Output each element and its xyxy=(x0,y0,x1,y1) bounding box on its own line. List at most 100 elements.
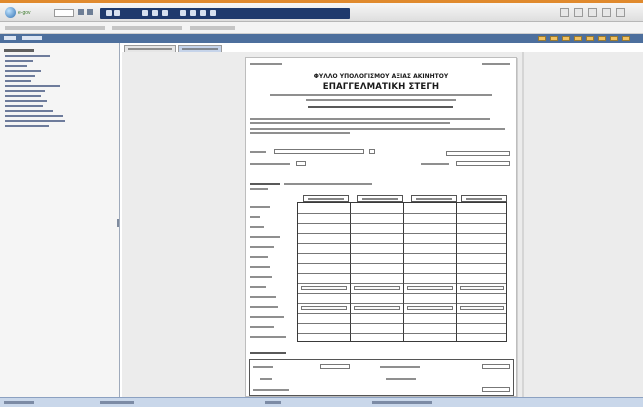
row-label xyxy=(250,276,272,278)
menu-action-icon[interactable] xyxy=(586,36,594,41)
calculation-grid xyxy=(297,202,507,342)
field-label xyxy=(253,366,273,368)
save-icon[interactable] xyxy=(152,10,158,16)
address-bar[interactable] xyxy=(0,22,643,34)
row-label xyxy=(250,246,274,248)
form-sheet: ΦΥΛΛΟ ΥΠΟΛΟΓΙΣΜΟΥ ΑΞΙΑΣ ΑΚΙΝΗΤΟΥ ΕΠΑΓΓΕΛ… xyxy=(245,57,517,397)
field-input[interactable] xyxy=(482,387,510,392)
history-icon[interactable] xyxy=(200,10,206,16)
sidebar-item[interactable] xyxy=(5,60,33,62)
settings-icon[interactable] xyxy=(588,8,597,17)
menu-action-icon[interactable] xyxy=(550,36,558,41)
field-input[interactable] xyxy=(296,161,306,166)
field-input[interactable] xyxy=(446,151,510,156)
minimize-icon[interactable] xyxy=(560,8,569,17)
sidebar-item[interactable] xyxy=(5,70,41,72)
dropdown-select[interactable] xyxy=(54,9,74,17)
menu-action-icon[interactable] xyxy=(598,36,606,41)
search-icon[interactable] xyxy=(180,10,186,16)
back-icon[interactable] xyxy=(78,9,84,15)
sidebar-item[interactable] xyxy=(5,55,50,57)
menu-action-icon[interactable] xyxy=(538,36,546,41)
refresh-icon[interactable] xyxy=(114,10,120,16)
grid-row xyxy=(298,223,506,224)
row-label xyxy=(250,206,270,208)
grid-input[interactable] xyxy=(460,286,504,290)
form-section-title xyxy=(250,352,286,354)
form-section-title xyxy=(308,106,453,108)
tab-form-view[interactable] xyxy=(178,45,222,52)
grid-input[interactable] xyxy=(407,286,453,290)
grid-input[interactable] xyxy=(460,306,504,310)
status-text xyxy=(4,401,34,404)
sidebar-item[interactable] xyxy=(5,80,31,82)
grid-row xyxy=(298,323,506,324)
menu-item[interactable] xyxy=(4,36,16,40)
help-icon[interactable] xyxy=(602,8,611,17)
field-checkbox[interactable] xyxy=(369,149,375,154)
home-icon[interactable] xyxy=(106,10,112,16)
app-logo[interactable]: e-gov xyxy=(5,7,49,18)
tab-form-list[interactable] xyxy=(124,45,176,52)
favorites-icon[interactable] xyxy=(190,10,196,16)
grid-input[interactable] xyxy=(354,286,400,290)
form-instructions xyxy=(306,99,456,101)
status-text xyxy=(372,401,432,404)
column-header xyxy=(357,195,403,202)
status-bar xyxy=(0,397,643,407)
sidebar-item[interactable] xyxy=(5,120,65,122)
sidebar-heading xyxy=(4,49,34,52)
close-icon[interactable] xyxy=(616,8,625,17)
summary-box xyxy=(249,359,514,396)
sidebar-item[interactable] xyxy=(5,95,41,97)
sidebar-item[interactable] xyxy=(5,75,35,77)
column-header-label xyxy=(308,198,344,200)
field-input[interactable] xyxy=(320,364,350,369)
menu-item[interactable] xyxy=(22,36,42,40)
row-label xyxy=(250,296,276,298)
field-label xyxy=(250,163,290,165)
splitter-handle[interactable] xyxy=(117,219,119,227)
print-icon[interactable] xyxy=(142,10,148,16)
row-label xyxy=(250,316,284,318)
field-input[interactable] xyxy=(482,364,510,369)
toolbar-icon-strip xyxy=(100,8,350,19)
menu-action-icon[interactable] xyxy=(574,36,582,41)
menu-action-icon[interactable] xyxy=(610,36,618,41)
row-label xyxy=(250,336,286,338)
grid-input[interactable] xyxy=(301,306,347,310)
forward-icon[interactable] xyxy=(87,9,93,15)
mail-icon[interactable] xyxy=(162,10,168,16)
grid-input[interactable] xyxy=(407,306,453,310)
menu-action-icon[interactable] xyxy=(622,36,630,41)
grid-row xyxy=(298,303,506,304)
tools-icon[interactable] xyxy=(210,10,216,16)
globe-icon xyxy=(5,7,16,18)
sidebar-item[interactable] xyxy=(5,100,47,102)
form-section-note xyxy=(284,183,372,185)
grid-input[interactable] xyxy=(301,286,347,290)
maximize-icon[interactable] xyxy=(574,8,583,17)
sidebar-item[interactable] xyxy=(5,105,43,107)
sidebar-item[interactable] xyxy=(5,110,53,112)
vertical-scrollbar[interactable] xyxy=(522,52,524,397)
tab-label xyxy=(128,48,172,50)
grid-row xyxy=(298,313,506,314)
grid-row xyxy=(298,263,506,264)
field-input[interactable] xyxy=(456,161,510,166)
grid-row xyxy=(298,233,506,234)
sidebar-item[interactable] xyxy=(5,90,45,92)
sidebar-item[interactable] xyxy=(5,65,27,67)
sidebar-item[interactable] xyxy=(5,115,63,117)
row-label xyxy=(250,256,268,258)
field-input[interactable] xyxy=(274,149,364,154)
form-page xyxy=(482,63,510,65)
sidebar-item[interactable] xyxy=(5,85,60,87)
grid-row xyxy=(298,273,506,274)
menu-action-icon[interactable] xyxy=(562,36,570,41)
sidebar-item[interactable] xyxy=(5,125,49,127)
grid-input[interactable] xyxy=(354,306,400,310)
field-label xyxy=(253,389,289,391)
form-note xyxy=(250,128,505,130)
column-header-label xyxy=(416,198,452,200)
